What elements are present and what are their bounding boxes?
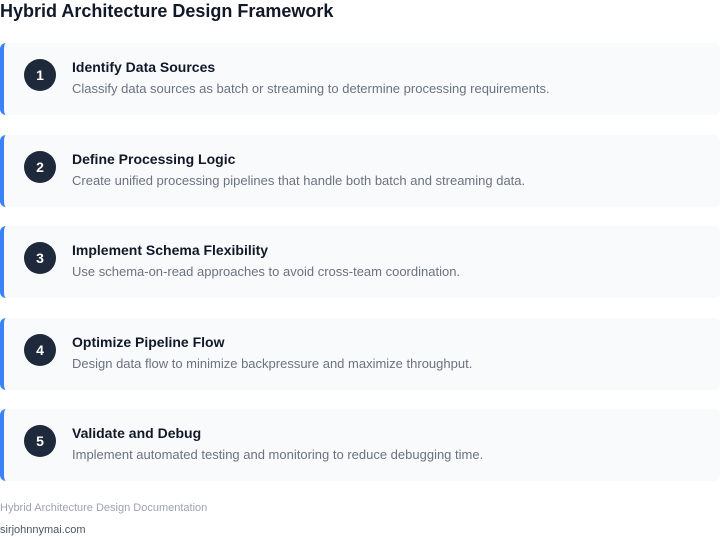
step-description: Implement automated testing and monitori… [72, 447, 484, 462]
page-title: Hybrid Architecture Design Framework [0, 1, 334, 21]
step-number-badge: 4 [24, 333, 56, 366]
footer-site-name: sirjohnnymai.com [0, 524, 86, 536]
step-title: Identify Data Sources [72, 59, 216, 75]
step-number-badge: 1 [24, 59, 56, 91]
step-description: Design data flow to minimize backpressur… [72, 355, 473, 371]
steps-list: 1 Identify Data Sources Classify data so… [0, 43, 720, 501]
step-card-4: 4 Optimize Pipeline Flow Design data flo… [0, 317, 720, 390]
step-title: Optimize Pipeline Flow [72, 333, 225, 350]
footer-documentation-label: Hybrid Architecture Design Documentation [0, 502, 208, 514]
step-description: Classify data sources as batch or stream… [72, 81, 550, 96]
step-description: Create unified processing pipelines that… [72, 172, 526, 188]
step-number-badge: 3 [24, 242, 56, 274]
step-card-2: 2 Define Processing Logic Create unified… [0, 134, 720, 207]
step-card-3: 3 Implement Schema Flexibility Use schem… [0, 226, 720, 298]
step-number-badge: 5 [24, 425, 56, 457]
step-title: Validate and Debug [72, 425, 202, 441]
step-number-badge: 2 [24, 150, 56, 183]
step-card-1: 1 Identify Data Sources Classify data so… [0, 43, 720, 115]
step-card-5: 5 Validate and Debug Implement automated… [0, 409, 720, 481]
step-title: Implement Schema Flexibility [72, 242, 269, 258]
step-title: Define Processing Logic [72, 150, 236, 167]
step-description: Use schema-on-read approaches to avoid c… [72, 264, 461, 279]
